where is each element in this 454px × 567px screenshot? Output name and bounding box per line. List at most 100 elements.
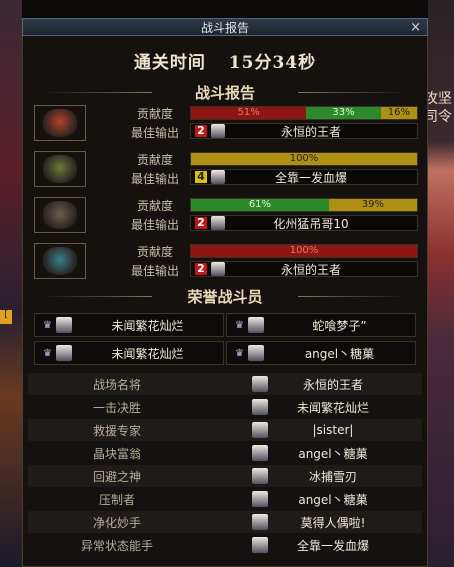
award-row: 战场名将 永恒的王者	[28, 373, 422, 395]
clear-time-value: 15分34秒	[228, 53, 317, 73]
character-avatar-icon	[252, 537, 268, 553]
character-avatar-icon	[211, 262, 225, 276]
contribution-segment: 100%	[191, 153, 417, 165]
contribution-segment: 33%	[306, 107, 381, 119]
mask-icon	[43, 109, 77, 137]
character-avatar-icon	[252, 491, 268, 507]
best-output-name: 永恒的王者	[280, 262, 341, 277]
contribution-segment: 16%	[380, 107, 417, 119]
player-portrait-icon[interactable]	[34, 151, 86, 187]
honor-player-name: angel丶糖菓	[304, 346, 375, 361]
game-scene-left: [	[0, 0, 22, 567]
honor-player[interactable]: ♛ angel丶糖菓	[226, 341, 416, 365]
character-avatar-icon	[247, 317, 264, 333]
award-title: 战场名将	[92, 377, 141, 392]
awards-list: 战场名将 永恒的王者一击决胜 未闻繁花灿烂救援专家 |sister| 晶块富翁 angel…	[28, 373, 422, 557]
honor-player[interactable]: ♛ 未闻繁花灿烂	[34, 313, 224, 337]
best-output-field: 2 永恒的王者	[190, 123, 418, 139]
award-title: 异常状态能手	[80, 538, 153, 553]
character-avatar-icon	[211, 216, 225, 230]
contribution-bar: 51% 33% 16%	[190, 106, 418, 120]
mask-icon	[43, 155, 77, 183]
rank-badge: 2	[195, 125, 207, 137]
character-avatar-icon	[252, 514, 268, 530]
honor-player[interactable]: ♛ 蛇喰梦子”	[226, 313, 416, 337]
honor-grid: ♛ 未闻繁花灿烂 ♛ 蛇喰梦子” ♛ 未闻繁花灿烂 ♛ angel丶糖菓	[32, 313, 418, 367]
player-row: 贡献度 51% 33% 16% 最佳输出 2 永恒的王者	[32, 104, 418, 144]
contribution-bar: 100%	[190, 152, 418, 166]
award-title: 救援专家	[92, 423, 141, 438]
award-winner-name: 未闻繁花灿烂	[296, 400, 369, 415]
crown-icon: ♛	[235, 319, 244, 331]
award-row: 净化妙手 莫得人偶啦!	[28, 511, 422, 533]
player-row: 贡献度 100% 最佳输出 2 永恒的王者	[32, 242, 418, 282]
best-output-name: 全靠一发血爆	[274, 170, 347, 185]
character-avatar-icon	[211, 170, 225, 184]
award-title: 回避之神	[92, 469, 141, 484]
award-row: 异常状态能手 全靠一发血爆	[28, 534, 422, 556]
player-portrait-icon[interactable]	[34, 197, 86, 233]
honor-player[interactable]: ♛ 未闻繁花灿烂	[34, 341, 224, 365]
rank-badge: 2	[195, 217, 207, 229]
contribution-segment: 61%	[191, 199, 329, 211]
award-title: 一击决胜	[92, 400, 141, 415]
award-title: 净化妙手	[92, 515, 141, 530]
award-winner-name: |sister|	[312, 423, 354, 437]
award-row: 压制者 angel丶糖菓	[28, 488, 422, 510]
character-avatar-icon	[55, 317, 72, 333]
scene-text: 攻坚 司令	[424, 91, 452, 125]
character-avatar-icon	[252, 422, 268, 438]
player-row: 贡献度 61% 39% 最佳输出 2 化州猛吊哥10	[32, 196, 418, 236]
close-icon[interactable]: ×	[410, 20, 421, 35]
mask-icon	[43, 201, 77, 229]
award-title: 压制者	[98, 492, 135, 507]
character-avatar-icon	[252, 376, 268, 392]
best-output-field: 2 永恒的王者	[190, 261, 418, 277]
clear-time-label: 通关时间	[133, 53, 206, 73]
award-winner-name: 全靠一发血爆	[296, 538, 369, 553]
crown-icon: ♛	[235, 347, 244, 359]
award-winner-name: angel丶糖菓	[298, 446, 368, 461]
rank-badge: 4	[195, 171, 207, 183]
window-titlebar[interactable]: 战斗报告 ×	[22, 18, 428, 36]
award-winner-name: 莫得人偶啦!	[300, 515, 366, 530]
rank-badge: 2	[195, 263, 207, 275]
crown-icon: ♛	[43, 347, 52, 359]
award-title: 晶块富翁	[92, 446, 141, 461]
award-row: 回避之神 冰捕雪刃	[28, 465, 422, 487]
contribution-segment: 51%	[191, 107, 307, 119]
player-row: 贡献度 100% 最佳输出 4 全靠一发血爆	[32, 150, 418, 190]
award-row: 晶块富翁 angel丶糖菓	[28, 442, 422, 464]
best-output-field: 2 化州猛吊哥10	[190, 215, 418, 231]
honor-player-name: 未闻繁花灿烂	[111, 346, 184, 361]
mask-icon	[43, 247, 77, 275]
character-avatar-icon	[252, 445, 268, 461]
contribution-bar: 100%	[190, 244, 418, 258]
game-scene-right: 攻坚 司令	[424, 0, 454, 567]
award-row: 救援专家 |sister|	[28, 419, 422, 441]
contribution-bar: 61% 39%	[190, 198, 418, 212]
character-avatar-icon	[252, 468, 268, 484]
player-portrait-icon[interactable]	[34, 105, 86, 141]
scene-badge: [	[0, 310, 12, 324]
section-battle-report: 战斗报告	[32, 82, 418, 102]
character-avatar-icon	[247, 345, 264, 361]
award-winner-name: 冰捕雪刃	[308, 469, 357, 484]
best-output-name: 永恒的王者	[280, 124, 341, 139]
clear-time: 通关时间 15分34秒	[22, 48, 428, 78]
honor-player-name: 蛇喰梦子”	[312, 318, 367, 333]
award-winner-name: angel丶糖菓	[298, 492, 368, 507]
window-title: 战斗报告	[200, 20, 249, 35]
character-avatar-icon	[252, 399, 268, 415]
crown-icon: ♛	[43, 319, 52, 331]
honor-player-name: 未闻繁花灿烂	[111, 318, 184, 333]
contribution-segment: 39%	[328, 199, 417, 211]
best-output-name: 化州猛吊哥10	[273, 216, 349, 231]
character-avatar-icon	[211, 124, 225, 138]
section-honor: 荣誉战斗员	[32, 286, 418, 306]
player-portrait-icon[interactable]	[34, 243, 86, 279]
award-winner-name: 永恒的王者	[302, 377, 363, 392]
best-output-field: 4 全靠一发血爆	[190, 169, 418, 185]
award-row: 一击决胜 未闻繁花灿烂	[28, 396, 422, 418]
character-avatar-icon	[55, 345, 72, 361]
